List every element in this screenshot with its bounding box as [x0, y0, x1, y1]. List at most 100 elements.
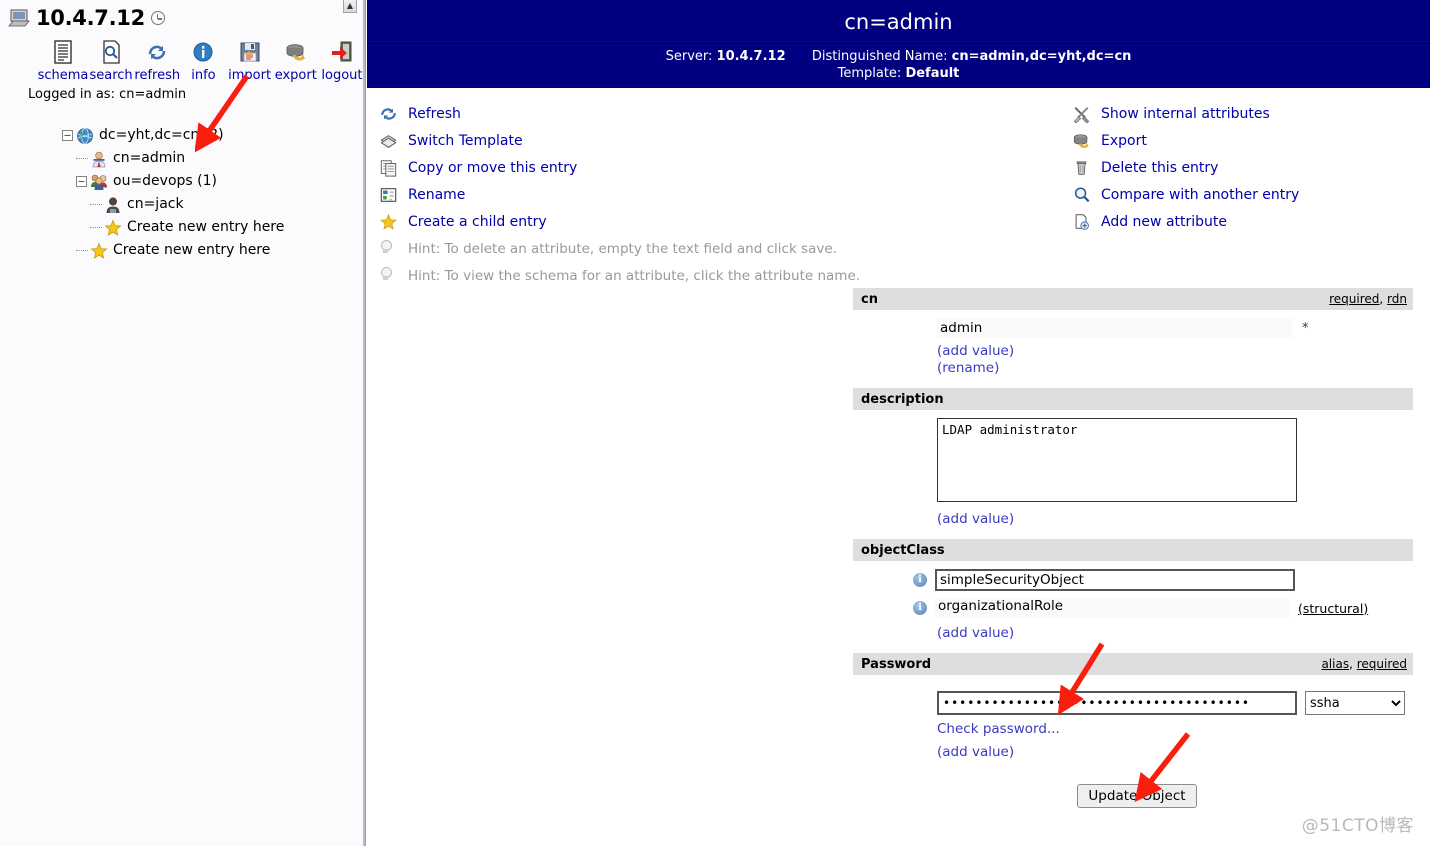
check-password-link-wrap: Check password...	[853, 721, 1413, 737]
computer-icon	[8, 9, 30, 27]
action-switch-template[interactable]: Switch Template	[379, 127, 899, 154]
tree-node-root[interactable]: – dc=yht,dc=cn (2)	[62, 124, 365, 147]
tree-node-create-child-label: Create new entry here	[127, 219, 285, 235]
update-object-button[interactable]: Update Object	[1077, 784, 1197, 808]
cn-add-value-link[interactable]: (add value)	[937, 343, 1014, 359]
attribute-password-flags: alias, required	[1321, 657, 1407, 671]
flag-rdn[interactable]: rdn	[1387, 292, 1407, 306]
clock-icon[interactable]	[150, 11, 165, 25]
action-switch-template-label[interactable]: Switch Template	[408, 133, 523, 149]
hint-delete-attribute: Hint: To delete an attribute, empty the …	[379, 235, 899, 262]
action-export-label[interactable]: Export	[1101, 133, 1147, 149]
attribute-list: cn required, rdn * (add value) (rename)	[853, 288, 1413, 808]
check-password-link[interactable]: Check password...	[937, 721, 1060, 737]
action-show-internal-attributes-label[interactable]: Show internal attributes	[1101, 106, 1270, 122]
tree-node-root-label: dc=yht,dc=cn (2)	[99, 127, 224, 143]
flag-required[interactable]: required	[1357, 657, 1407, 671]
password-hash-select[interactable]: ssha	[1305, 691, 1405, 715]
entry-actions-left: Refresh Switch Template Copy or move thi…	[379, 100, 899, 289]
logged-in-status: Logged in as: cn=admin	[28, 87, 187, 102]
attribute-password-body: ssha Check password... (add value)	[853, 675, 1413, 766]
cn-value-input[interactable]	[937, 318, 1292, 338]
attribute-cn-name[interactable]: cn	[861, 292, 878, 307]
toolbar-import-label: import	[228, 68, 272, 83]
server-header: 10.4.7.12	[0, 0, 365, 30]
user-icon	[104, 196, 122, 214]
tree-node-cn-jack[interactable]: cn=jack	[62, 193, 365, 216]
tree-node-ou-devops[interactable]: – ou=devops (1)	[62, 170, 365, 193]
attribute-password-name[interactable]: Password	[861, 657, 931, 672]
attribute-description-name[interactable]: description	[861, 392, 944, 407]
hint-delete-attribute-text: Hint: To delete an attribute, empty the …	[408, 240, 837, 257]
toolbar-schema-label: schema	[37, 68, 89, 83]
tree-expander-devops[interactable]: –	[76, 176, 87, 187]
sidebar-scrollbar-track[interactable]	[363, 0, 365, 846]
attribute-description-body: LDAP administrator (add value)	[853, 410, 1413, 533]
action-compare-entry-label[interactable]: Compare with another entry	[1101, 187, 1299, 203]
objectclass-value-1-input[interactable]	[935, 569, 1295, 591]
action-add-new-attribute[interactable]: Add new attribute	[1072, 208, 1430, 235]
description-textarea[interactable]: LDAP administrator	[937, 418, 1297, 502]
update-object-wrap: Update Object	[853, 784, 1413, 808]
action-create-child-entry[interactable]: Create a child entry	[379, 208, 899, 235]
info-icon[interactable]: i	[913, 601, 927, 615]
toolbar-export-button[interactable]: export	[273, 38, 319, 83]
attribute-objectclass-body: i i organizationalRole (structural) (add…	[853, 561, 1413, 647]
action-create-child-entry-label[interactable]: Create a child entry	[408, 214, 547, 230]
info-icon[interactable]: i	[913, 573, 927, 587]
attribute-objectclass-name[interactable]: objectClass	[861, 543, 945, 558]
flag-alias[interactable]: alias	[1321, 657, 1349, 671]
cn-rename-link-wrap: (rename)	[853, 360, 1413, 376]
attribute-cn-body: * (add value) (rename)	[853, 310, 1413, 382]
attribute-password-header: Password alias, required	[853, 653, 1413, 675]
action-copy-move[interactable]: Copy or move this entry	[379, 154, 899, 181]
flag-required[interactable]: required	[1329, 292, 1379, 306]
password-input[interactable]	[937, 691, 1297, 715]
action-delete-entry-label[interactable]: Delete this entry	[1101, 160, 1218, 176]
refresh-arrows-icon	[145, 38, 169, 66]
description-add-value-link[interactable]: (add value)	[937, 511, 1014, 527]
left-sidebar: ▲ 10.4.7.12 schema search refresh info i…	[0, 0, 366, 846]
tree-node-create-child-devops[interactable]: Create new entry here	[62, 216, 365, 239]
server-name: 10.4.7.12	[36, 6, 145, 30]
toolbar-schema-button[interactable]: schema	[38, 38, 88, 83]
objectclass-value-2-text: organizationalRole	[935, 598, 1290, 618]
action-rename-label[interactable]: Rename	[408, 187, 465, 203]
lightbulb-icon	[379, 267, 399, 285]
logout-door-icon	[330, 38, 354, 66]
required-marker: *	[1302, 320, 1309, 336]
action-add-new-attribute-label[interactable]: Add new attribute	[1101, 214, 1227, 230]
tree-node-create-child-root[interactable]: Create new entry here	[62, 239, 365, 262]
toolbar-search-button[interactable]: search	[88, 38, 134, 83]
toolbar-import-button[interactable]: import	[227, 38, 273, 83]
toolbar-refresh-button[interactable]: refresh	[134, 38, 180, 83]
objectclass-add-value-link[interactable]: (add value)	[937, 625, 1014, 641]
tree-node-cn-admin[interactable]: cn=admin	[62, 147, 365, 170]
export-disk-icon	[1072, 132, 1092, 150]
toolbar-info-button[interactable]: info	[180, 38, 226, 83]
action-rename[interactable]: Rename	[379, 181, 899, 208]
action-refresh-label[interactable]: Refresh	[408, 106, 461, 122]
password-add-value-link[interactable]: (add value)	[937, 744, 1014, 760]
sidebar-scroll-up-button[interactable]: ▲	[343, 0, 357, 13]
attribute-cn-value-row: *	[853, 318, 1413, 338]
action-export[interactable]: Export	[1072, 127, 1430, 154]
action-compare-entry[interactable]: Compare with another entry	[1072, 181, 1430, 208]
compare-magnifier-icon	[1072, 186, 1092, 204]
group-users-icon	[90, 173, 108, 191]
search-magnifier-icon	[99, 38, 123, 66]
password-add-value-link-wrap: (add value)	[853, 744, 1413, 760]
action-delete-entry[interactable]: Delete this entry	[1072, 154, 1430, 181]
action-refresh[interactable]: Refresh	[379, 100, 899, 127]
attribute-cn-header: cn required, rdn	[853, 288, 1413, 310]
dn-value: cn=admin,dc=yht,dc=cn	[951, 49, 1132, 64]
attribute-cn: cn required, rdn * (add value) (rename)	[853, 288, 1413, 382]
tree-node-cn-jack-label: cn=jack	[127, 196, 184, 212]
action-show-internal-attributes[interactable]: Show internal attributes	[1072, 100, 1430, 127]
action-copy-move-label[interactable]: Copy or move this entry	[408, 160, 577, 176]
cn-rename-link[interactable]: (rename)	[937, 360, 999, 376]
export-disk-icon	[284, 38, 308, 66]
toolbar-logout-button[interactable]: logout	[319, 38, 365, 83]
server-value: 10.4.7.12	[716, 49, 786, 64]
tree-expander-root[interactable]: –	[62, 130, 73, 141]
